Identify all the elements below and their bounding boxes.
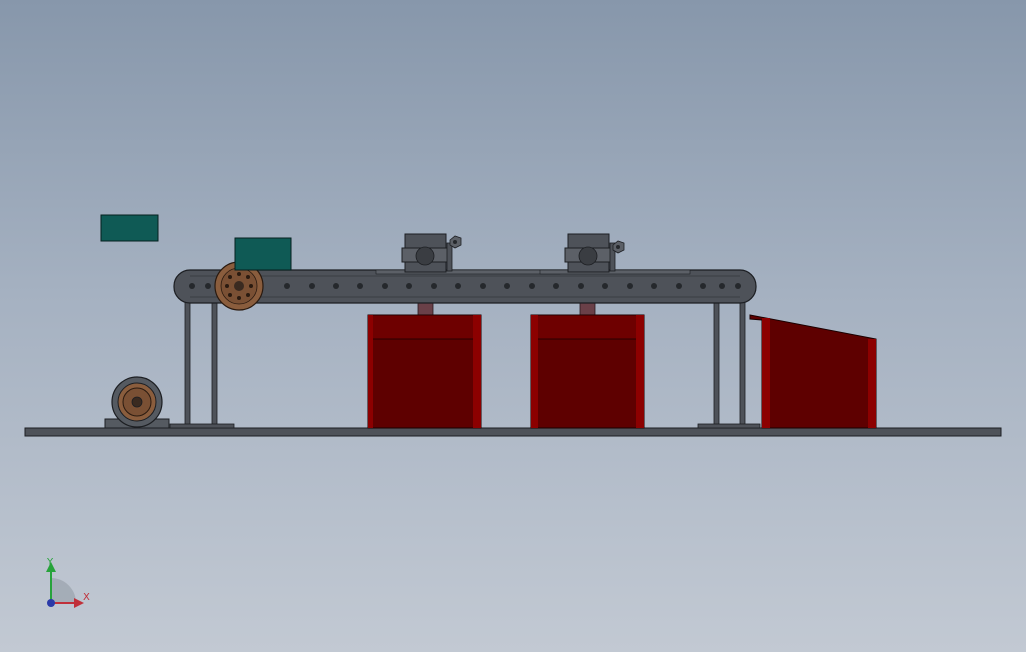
red-bin-2[interactable]	[530, 314, 645, 429]
left-support-leg[interactable]	[169, 299, 235, 429]
teal-box-1[interactable]	[100, 214, 159, 242]
sensor-unit-1[interactable]	[401, 233, 462, 273]
red-chute[interactable]	[749, 314, 877, 429]
coordinate-triad: Y X	[46, 557, 90, 608]
sensor-unit-2[interactable]	[564, 233, 625, 273]
red-bin-1[interactable]	[367, 314, 482, 429]
triad-y-label: Y	[46, 557, 54, 568]
teal-box-2[interactable]	[234, 237, 292, 271]
bin-post-1[interactable]	[417, 301, 434, 317]
bin-post-2[interactable]	[579, 301, 596, 317]
z-axis-dot-icon	[47, 599, 55, 607]
base-plate[interactable]	[24, 427, 1002, 437]
belt-top-rail[interactable]	[375, 269, 561, 275]
triad-quadrant-icon	[51, 578, 76, 603]
cad-viewport[interactable]: Y X	[0, 0, 1026, 652]
triad-x-label: X	[83, 592, 90, 603]
drive-motor[interactable]	[104, 376, 170, 429]
